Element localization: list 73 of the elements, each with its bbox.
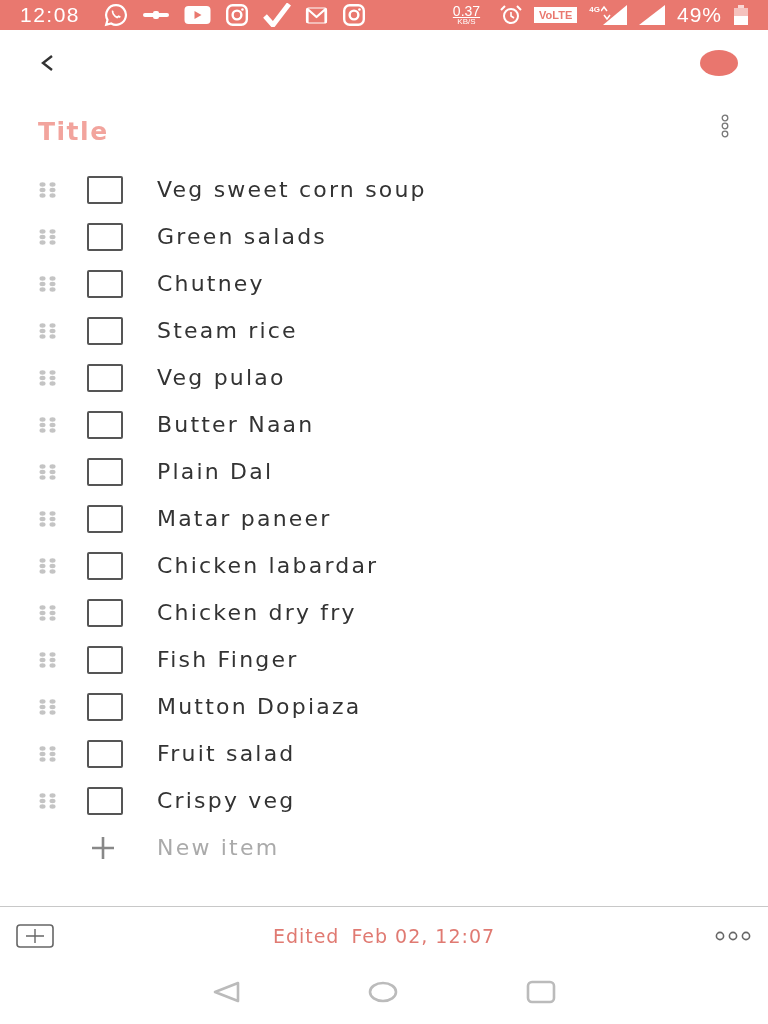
item-checkbox[interactable] (87, 739, 123, 768)
drag-handle-icon[interactable] (39, 510, 56, 527)
home-circle-icon (368, 980, 398, 1003)
drag-handle-icon[interactable] (39, 604, 56, 621)
item-text[interactable]: Plain Dal (157, 459, 274, 484)
vertical-dots-icon (720, 114, 730, 138)
item-checkbox[interactable] (87, 410, 123, 439)
plus-icon[interactable] (90, 834, 116, 861)
item-checkbox[interactable] (87, 786, 123, 815)
back-chevron-icon (40, 54, 54, 72)
drag-handle-icon[interactable] (39, 181, 56, 198)
item-checkbox[interactable] (87, 692, 123, 721)
drag-handle-icon[interactable] (39, 369, 56, 386)
data-speed-unit: KB/S (457, 18, 476, 26)
battery-level: 49% (676, 3, 722, 27)
add-box-button[interactable] (14, 922, 56, 950)
channel-logo-icon (142, 10, 171, 20)
edited-time: Feb 02, 12:07 (351, 925, 496, 947)
item-text[interactable]: Veg sweet corn soup (157, 177, 427, 202)
item-text[interactable]: Mutton Dopiaza (157, 694, 362, 719)
item-checkbox[interactable] (87, 645, 123, 674)
item-text[interactable]: Fish Finger (157, 647, 299, 672)
item-text[interactable]: Chicken dry fry (157, 600, 357, 625)
drag-handle-icon[interactable] (39, 275, 56, 292)
item-checkbox[interactable] (87, 457, 123, 486)
note-color-button[interactable] (700, 50, 738, 76)
horizontal-dots-icon (714, 931, 752, 941)
item-checkbox[interactable] (87, 175, 123, 204)
chat-bubble-icon (104, 3, 129, 27)
drag-handle-icon[interactable] (39, 792, 56, 809)
back-triangle-icon (212, 980, 240, 1003)
camera-icon (342, 3, 367, 27)
drag-handle-icon[interactable] (39, 745, 56, 762)
item-checkbox[interactable] (87, 504, 123, 533)
check-icon (263, 3, 292, 27)
drag-handle-icon[interactable] (39, 416, 56, 433)
item-checkbox[interactable] (87, 316, 123, 345)
play-button-icon (184, 6, 212, 24)
item-text[interactable]: Crispy veg (157, 788, 296, 813)
drag-handle-icon[interactable] (39, 322, 56, 339)
item-text[interactable]: Green salads (157, 224, 327, 249)
network-type: 4G (589, 5, 600, 14)
item-checkbox[interactable] (87, 551, 123, 580)
item-checkbox[interactable] (87, 222, 123, 251)
new-item-field[interactable]: New item (157, 833, 457, 862)
drag-handle-icon[interactable] (39, 463, 56, 480)
item-text[interactable]: Fruit salad (157, 741, 296, 766)
edited-label: Edited (272, 925, 340, 947)
item-checkbox[interactable] (87, 363, 123, 392)
item-text[interactable]: Veg pulao (157, 365, 286, 390)
drag-handle-icon[interactable] (39, 557, 56, 574)
title-field[interactable]: Title (38, 112, 438, 150)
drag-handle-icon[interactable] (39, 698, 56, 715)
drag-handle-icon[interactable] (39, 651, 56, 668)
add-box-icon (16, 924, 54, 948)
status-time: 12:08 (20, 3, 81, 27)
data-speed: 0.37 (452, 4, 481, 18)
signal-icon (600, 5, 627, 25)
mail-icon (305, 6, 329, 24)
signal-icon (638, 5, 665, 25)
battery-icon (734, 5, 748, 25)
alarm-clock-icon (500, 5, 523, 25)
drag-handle-icon[interactable] (39, 228, 56, 245)
item-text[interactable]: Matar paneer (157, 506, 332, 531)
camera-icon (225, 3, 250, 27)
volte-badge: VoLTE (534, 7, 578, 23)
item-checkbox[interactable] (87, 598, 123, 627)
item-text[interactable]: Chicken labardar (157, 553, 379, 578)
item-text[interactable]: Butter Naan (157, 412, 315, 437)
item-text[interactable]: Chutney (157, 271, 265, 296)
item-text[interactable]: Steam rice (157, 318, 298, 343)
recents-square-icon (526, 979, 556, 1004)
item-checkbox[interactable] (87, 269, 123, 298)
